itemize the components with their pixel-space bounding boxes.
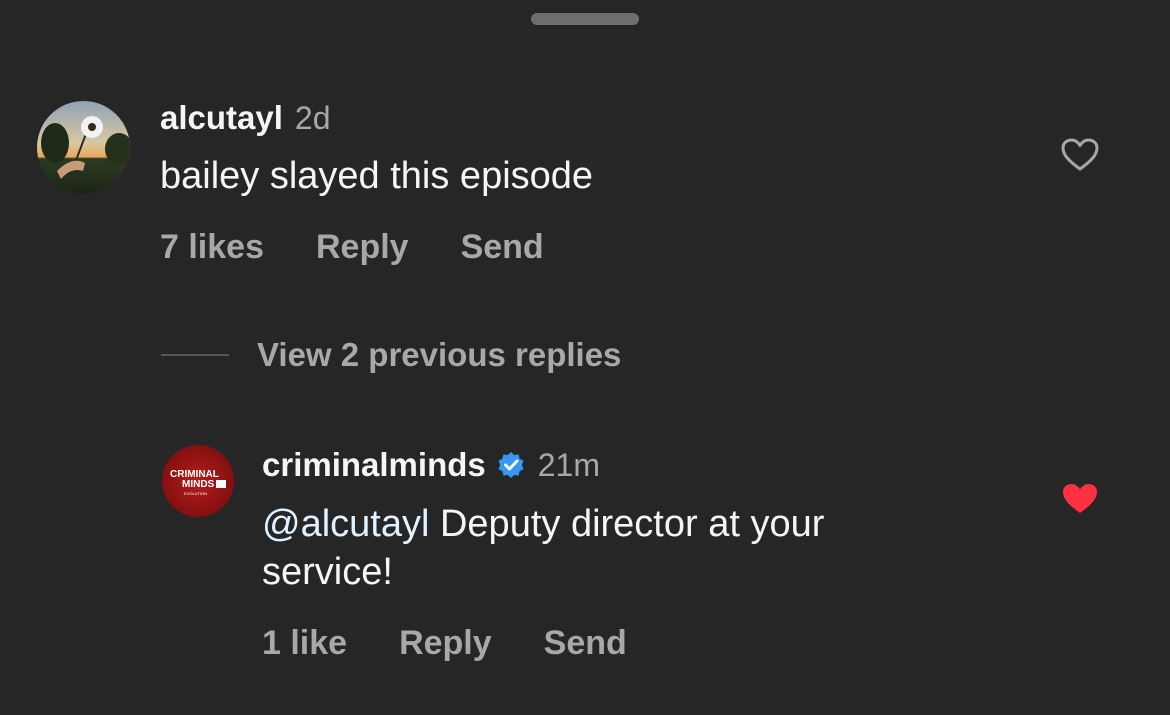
- like-button[interactable]: [1061, 138, 1099, 172]
- likes-count-button[interactable]: 7 likes: [160, 228, 264, 267]
- heart-outline-icon: [1061, 138, 1099, 171]
- comment-text: bailey slayed this episode: [160, 155, 594, 197]
- verified-badge-icon: [496, 450, 526, 480]
- avatar-photo: [37, 101, 130, 194]
- user-mention-link[interactable]: @alcutayl: [262, 503, 429, 545]
- comment-username[interactable]: criminalminds: [262, 446, 486, 484]
- comment-timestamp: 2d: [294, 99, 331, 136]
- logo-text-line2: MINDS: [182, 479, 215, 490]
- like-button[interactable]: [1061, 482, 1099, 516]
- reply-button[interactable]: Reply: [399, 624, 492, 663]
- comment-text-line2: service!: [262, 551, 393, 593]
- comment-text-line1: Deputy director at your: [429, 503, 825, 545]
- comment-actions: 7 likes Reply Send: [160, 228, 596, 267]
- comment-header: alcutayl 2d: [160, 99, 331, 137]
- avatar-criminalminds[interactable]: CRIMINAL MINDS EVOLUTION: [162, 445, 234, 517]
- comment-header: criminalminds 21m: [262, 446, 600, 484]
- reply-thread-line: [161, 354, 229, 356]
- comment-text: @alcutayl Deputy director at your servic…: [262, 500, 982, 596]
- comment-timestamp: 21m: [537, 446, 600, 483]
- comment-actions: 1 like Reply Send: [262, 624, 679, 663]
- comment-username[interactable]: alcutayl: [160, 99, 283, 137]
- send-button[interactable]: Send: [461, 228, 544, 267]
- sheet-drag-handle[interactable]: [531, 13, 639, 25]
- criminal-minds-logo: CRIMINAL MINDS EVOLUTION: [162, 445, 234, 517]
- likes-count-button[interactable]: 1 like: [262, 624, 347, 663]
- reply-button[interactable]: Reply: [316, 228, 409, 267]
- send-button[interactable]: Send: [544, 624, 627, 663]
- heart-filled-icon: [1063, 484, 1097, 513]
- view-replies-label: View 2 previous replies: [257, 336, 622, 373]
- view-previous-replies-button[interactable]: View 2 previous replies: [161, 336, 621, 374]
- avatar-alcutayl[interactable]: [37, 101, 130, 194]
- logo-text-line3: EVOLUTION: [184, 491, 207, 496]
